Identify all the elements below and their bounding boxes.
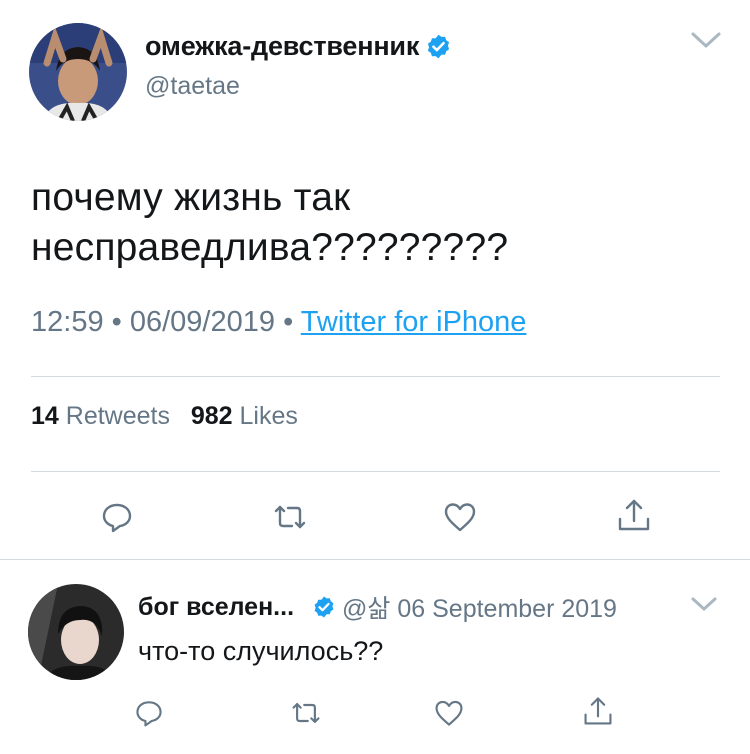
tweet-meta: 12:59 • 06/09/2019 • Twitter for iPhone: [31, 306, 526, 339]
chevron-down-icon[interactable]: [690, 28, 722, 52]
reply-author-avatar[interactable]: [28, 584, 124, 680]
author-avatar[interactable]: [29, 23, 127, 121]
verified-badge-icon: [425, 33, 452, 60]
retweets-label[interactable]: Retweets: [66, 402, 170, 430]
share-icon[interactable]: [582, 695, 614, 727]
retweet-icon[interactable]: [272, 499, 308, 535]
share-icon[interactable]: [616, 497, 652, 533]
retweets-count[interactable]: 14: [31, 402, 59, 430]
tweet-source-link[interactable]: Twitter for iPhone: [301, 306, 527, 338]
verified-badge-icon: [312, 595, 336, 619]
chevron-down-icon[interactable]: [690, 593, 718, 615]
likes-label[interactable]: Likes: [240, 402, 298, 430]
divider: [31, 471, 720, 472]
tweet-time: 12:59: [31, 306, 104, 338]
heart-icon[interactable]: [442, 499, 478, 535]
retweet-icon[interactable]: [290, 697, 322, 729]
author-handle[interactable]: @taetae: [145, 72, 240, 101]
author-name-text[interactable]: омежка-девственник: [145, 31, 419, 62]
reply-icon[interactable]: [99, 499, 135, 535]
reply-header: бог вселен... @삶 06 September 2019: [138, 589, 617, 625]
meta-separator: •: [283, 306, 294, 338]
tweet-text: почему жизнь так несправедлива?????????: [31, 173, 721, 273]
divider: [31, 376, 720, 377]
tweet-text-line: почему жизнь так: [31, 176, 351, 219]
likes-count[interactable]: 982: [191, 402, 233, 430]
tweet-stats: 14 Retweets 982 Likes: [31, 402, 298, 431]
tweet-text-line: несправедлива?????????: [31, 226, 509, 269]
meta-separator: •: [111, 306, 122, 338]
reply-author-name[interactable]: бог вселен...: [138, 593, 294, 622]
reply-icon[interactable]: [133, 697, 165, 729]
divider: [0, 559, 750, 560]
tweet-date: 06/09/2019: [129, 306, 276, 338]
author-display-name[interactable]: омежка-девственник: [145, 31, 452, 62]
heart-icon[interactable]: [433, 697, 465, 729]
reply-handle-date[interactable]: @삶 06 September 2019: [342, 589, 617, 625]
reply-text: что-то случилось??: [138, 636, 384, 666]
